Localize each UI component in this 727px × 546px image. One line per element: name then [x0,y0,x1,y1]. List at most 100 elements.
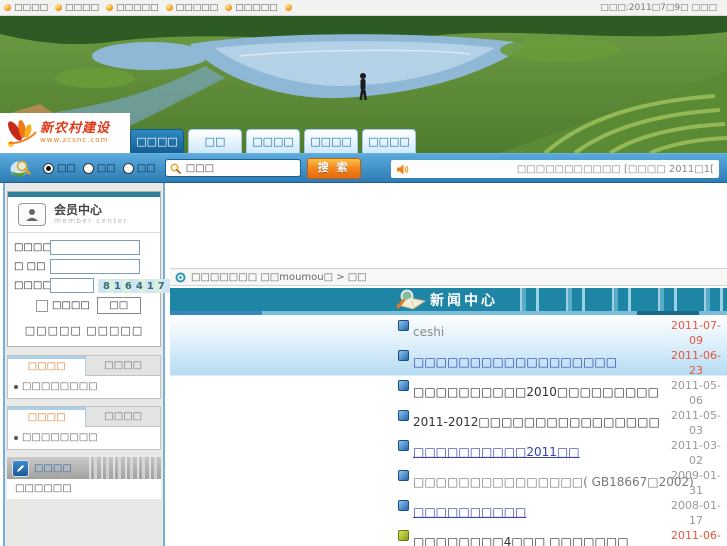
news-item-title[interactable]: □□□□□□□□□□ [413,505,526,519]
news-item-icon [398,410,409,421]
news-item-date: 2011-06-23 [671,349,721,377]
logo-leaves-icon [8,120,37,147]
news-item-date: 2008-01-17 [671,499,721,527]
news-center-title: 新闻中心 [430,292,498,309]
news-item-date: 2011-05-03 [671,409,721,437]
member-panel-header: 会员中心 member center [8,197,160,233]
news-item-title[interactable]: ceshi [413,325,444,339]
username-label: □□□□ [14,242,52,253]
news-item-title[interactable]: □□□□□□□□□□2011□□ [413,445,580,459]
ball-icon [165,4,173,11]
main-nav: □□□□ □□ □□□□ □□□□ □□□□ [130,129,416,153]
news-center-banner: 新闻中心 [170,288,727,311]
breadcrumb-text: □□□□□□□ □□moumou□ > □□ [191,271,367,283]
survey-label: □□□□ [34,462,72,474]
news-item: □□□□□□□□4□□□ □□□□□□□ 2011-06- [170,525,727,546]
radio-icon [43,162,54,174]
news-item: □□□□□□□□□□ 2008-01-17 [170,495,727,527]
captcha-field[interactable] [50,278,94,293]
search-scope-option[interactable]: □□ [116,162,156,174]
search-box [164,159,301,177]
nav-tab[interactable]: □□□□ [362,129,416,153]
username-field[interactable] [50,240,140,255]
nav-tab[interactable]: □□ [188,129,242,153]
member-panel-subtitle: member center [54,217,128,225]
news-item-title[interactable]: □□□□□□□□□□2010□□□□□□□□□ [413,385,659,399]
search-button[interactable]: 搜 索 [306,157,361,179]
login-button[interactable]: □□ [96,297,141,314]
search-toolbar: □□ □□ □□ 搜 索 □□□□□□□□□□□ [□□□□ 2011□1[ [0,153,727,183]
ball-icon [4,4,11,11]
ball-icon [106,4,114,11]
survey-banner[interactable]: □□□□ [7,457,161,479]
sidebar-tab-active[interactable]: □□□□ [8,356,87,376]
sidebar-tab-active[interactable]: □□□□ [8,407,87,427]
news-item: ceshi 2011-07-09 [170,315,727,347]
topbar-link[interactable]: □□□□□ [165,2,219,13]
topbar-link[interactable]: □□□□ [55,3,99,13]
pen-icon [12,459,29,477]
sidebar-list-item[interactable]: □□□□□□□□ [8,427,160,449]
news-item-title[interactable]: 2011-2012□□□□□□□□□□□□□□□□ [413,415,660,429]
news-item-date: 2011-06- [671,529,721,542]
topbar-link[interactable]: □□□□□ [225,3,278,13]
news-item-date: 2011-05-06 [671,379,721,407]
breadcrumb: □□□□□□□ □□moumou□ > □□ [170,268,727,286]
sidebar-list-item-label: □□□□□□□□ [22,432,98,443]
register-forgot-links[interactable]: □□□□□ □□□□□ [14,324,154,337]
search-scope-option[interactable]: □□ [76,162,116,174]
magnifier-icon [170,163,181,174]
sidebar-tab-inactive[interactable]: □□□□ [86,356,160,376]
ball-icon [225,4,233,11]
captcha-image: 816417 [98,278,171,293]
speaker-icon [397,164,409,174]
member-person-icon [18,203,46,226]
news-book-magnifier-icon [396,289,426,310]
topbar-link-label: □□□□□ [175,2,219,13]
ball-icon [284,4,292,11]
news-item-title[interactable]: □□□□□□□□□□□□□□□□□□ [413,355,617,369]
nav-tab[interactable]: □□□□ [246,129,300,153]
globe-search-icon [10,160,31,177]
radio-icon [122,162,134,174]
site-logo[interactable]: 新农村建设 www.zcsnc.com [0,113,130,153]
nav-tab[interactable]: □□□□ [304,129,358,153]
search-scope-option[interactable]: □□ [36,162,76,174]
news-item: □□□□□□□□□□□□□□□( GB18667□2002) 2009-01-3… [170,465,727,497]
remember-checkbox[interactable] [36,299,48,312]
news-item: □□□□□□□□□□2010□□□□□□□□□ 2011-05-06 [170,375,727,407]
logo-title: 新农村建设 [40,121,111,136]
topbar-link-label: □□□□ [14,2,49,13]
topbar-link-label: □□□□ [65,2,100,13]
topbar-link-label: □□□□□ [235,2,278,13]
current-date-text: □□□:2011□7□9□ □□□ [600,2,717,13]
news-list: ceshi 2011-07-09 □□□□□□□□□□□□□□□□□□ 2011… [170,315,727,546]
news-item-icon [398,500,409,511]
nav-tab[interactable]: □□□□ [130,129,184,153]
password-label: □ □□ [14,261,46,272]
topbar-link-label: □□□□□ [116,2,159,13]
news-item: □□□□□□□□□□2011□□ 2011-03-02 [170,435,727,467]
announcement-bar: □□□□□□□□□□□ [□□□□ 2011□1[ [391,160,719,178]
site-header: 新农村建设 www.zcsnc.com □□□□ □□ □□□□ □□□□ □□… [0,16,727,153]
search-scope-radios: □□ □□ □□ [36,162,156,174]
sidebar-tab-inactive[interactable]: □□□□ [86,407,160,427]
news-item-title[interactable]: □□□□□□□□□□□□□□□( GB18667□2002) [413,475,694,489]
sidebar-list-item[interactable]: □□□□□□□□ [8,376,160,398]
news-item-title[interactable]: □□□□□□□□4□□□ □□□□□□□ [413,535,629,546]
topbar-link[interactable]: □□□□□ [106,3,159,13]
page-body: 会员中心 member center □□□□ □ □□ □□□□ 816417 [0,183,727,546]
bullet-icon [14,384,18,389]
topbar-link[interactable]: □□□□ [4,3,48,13]
news-item-icon [398,470,409,481]
survey-item[interactable]: □□□□□□ [7,479,161,499]
main-content: □□□□□□□ □□moumou□ > □□ 新闻中心 ceshi 2011-0… [170,183,727,546]
stripe-decoration [89,457,161,479]
news-item-icon [398,350,409,361]
sidebar-tab-box: □□□□ □□□□ □□□□□□□□ [7,355,161,399]
password-field[interactable] [50,259,140,274]
search-input[interactable] [183,161,296,175]
radio-label: □□ [57,162,76,174]
login-form: □□□□ □ □□ □□□□ 816417 □□□□ □□ □□□□□ □□□□… [8,233,171,346]
captcha-label: □□□□ [14,280,52,291]
